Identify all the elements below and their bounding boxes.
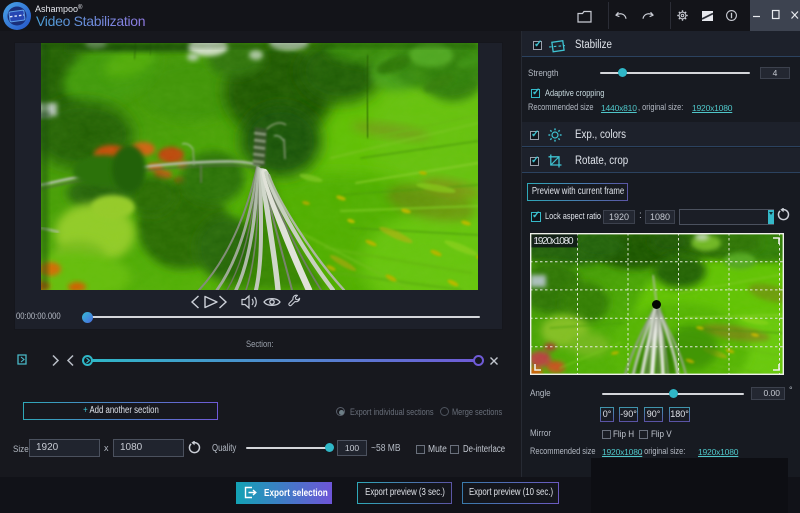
svg-text:1920x1080: 1920x1080 — [534, 236, 574, 247]
